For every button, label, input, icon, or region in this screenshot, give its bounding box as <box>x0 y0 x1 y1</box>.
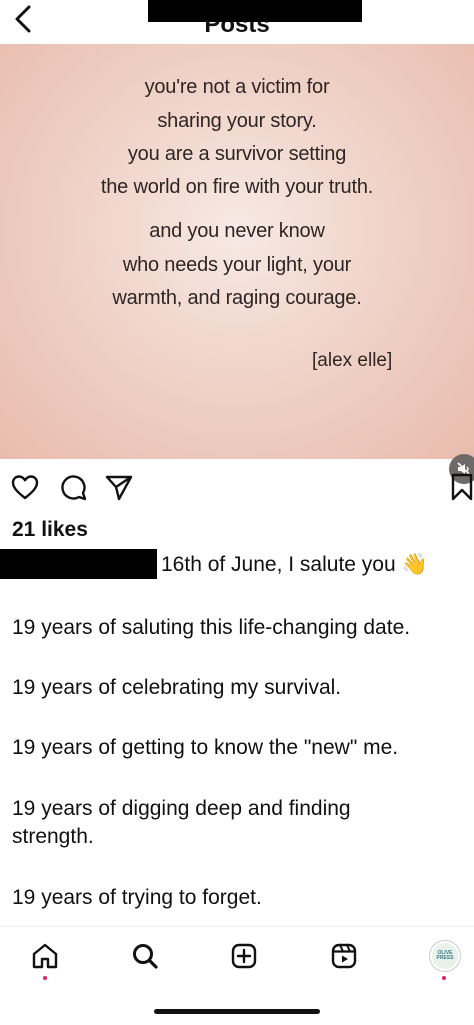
caption-paragraph: 19 years of getting to know the "new" me… <box>12 736 399 759</box>
caption-paragraph: 19 years of trying to forget. <box>12 886 262 909</box>
caption-paragraph: 19 years of digging deep and finding str… <box>12 797 351 848</box>
post-image[interactable]: you're not a victim for sharing your sto… <box>0 44 474 484</box>
save-button[interactable] <box>448 470 474 504</box>
home-indicator <box>154 1009 320 1014</box>
share-button[interactable] <box>102 470 136 504</box>
quote-attribution: [alex elle] <box>312 350 393 371</box>
home-icon <box>32 943 58 969</box>
bottom-nav: OLIVE PRESS <box>0 926 474 1025</box>
redacted-username <box>0 549 157 579</box>
caption-paragraph: 19 years of celebrating my survival. <box>12 676 342 699</box>
quote-line: you are a survivor setting <box>127 143 347 165</box>
quote-line: warmth, and raging courage. <box>112 287 362 309</box>
quote-line: and you never know <box>149 220 325 242</box>
avatar-logo: OLIVE PRESS <box>432 943 458 969</box>
quote-line: sharing your story. <box>157 110 317 132</box>
search-icon <box>133 944 158 969</box>
post-actions <box>0 470 474 504</box>
caption-first-line: 16th of June, I salute you 👋 <box>161 553 428 576</box>
comment-button[interactable] <box>56 470 90 504</box>
nav-search[interactable] <box>129 940 161 972</box>
bookmark-icon <box>451 473 473 501</box>
like-button[interactable] <box>8 470 42 504</box>
redacted-username-bar <box>148 0 362 22</box>
nav-reels[interactable] <box>328 940 360 972</box>
likes-count[interactable]: 21 likes <box>12 518 88 542</box>
notification-dot <box>43 976 47 980</box>
quote-line: the world on fire with your truth. <box>100 176 374 198</box>
reels-icon <box>331 943 357 969</box>
plus-square-icon <box>231 943 257 969</box>
send-icon <box>105 475 133 501</box>
nav-profile-avatar[interactable]: OLIVE PRESS <box>429 940 461 972</box>
nav-home[interactable] <box>29 940 61 972</box>
heart-icon <box>11 475 39 500</box>
nav-create[interactable] <box>228 940 260 972</box>
quote-line: you're not a victim for <box>144 76 330 98</box>
quote-line: who needs your light, your <box>122 254 352 276</box>
top-bar: Posts <box>0 0 474 44</box>
caption-paragraph: 19 years of saluting this life-changing … <box>12 616 411 639</box>
notification-dot <box>442 976 446 980</box>
comment-icon <box>61 475 87 501</box>
